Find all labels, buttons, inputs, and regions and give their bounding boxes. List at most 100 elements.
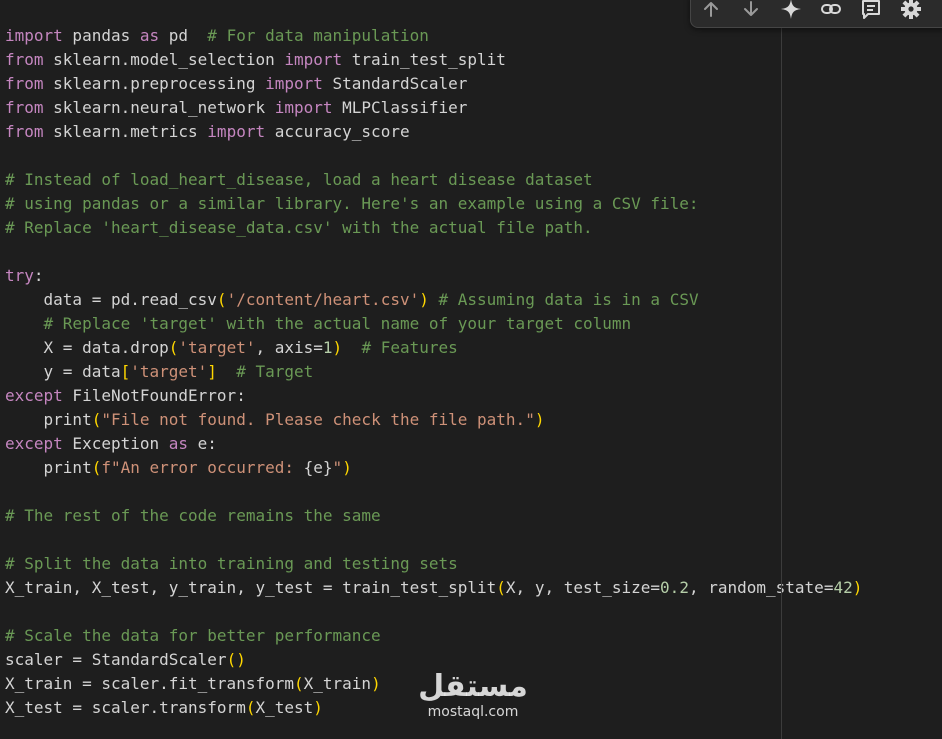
code-token: '/content/heart.csv' (226, 290, 420, 309)
code-token: ) (342, 458, 352, 477)
code-token: e: (188, 434, 217, 453)
code-token: # The rest of the code remains the same (5, 506, 381, 525)
code-token: pd (159, 26, 208, 45)
code-line: # Split the data into training and testi… (5, 552, 862, 576)
code-token: scaler = StandardScaler (5, 650, 227, 669)
code-line: print(f"An error occurred: {e}") (5, 456, 862, 480)
line-length-ruler (781, 28, 782, 739)
code-token: 42 (833, 578, 853, 597)
code-token: # Target (236, 362, 314, 381)
sparkle-icon (781, 0, 801, 19)
code-token: # For data manipulation (207, 26, 429, 45)
code-token: from (5, 98, 44, 117)
add-comment-button[interactable] (851, 0, 891, 21)
code-token: sklearn.metrics (43, 122, 208, 141)
code-token: X_train = scaler.fit_transform (5, 674, 294, 693)
cell-settings-button[interactable] (891, 0, 931, 21)
watermark-logo: مستقل (418, 669, 528, 704)
arrow-down-icon (744, 1, 758, 16)
code-line: data = pd.read_csv('/content/heart.csv')… (5, 288, 862, 312)
code-token: from (5, 74, 44, 93)
code-token: FileNotFoundError: (62, 386, 246, 405)
code-token: data = pd.read_csv (5, 290, 217, 309)
code-line: # Instead of load_heart_disease, load a … (5, 168, 862, 192)
code-line: from sklearn.metrics import accuracy_sco… (5, 120, 862, 144)
code-line: try: (5, 264, 862, 288)
code-token: ] (207, 362, 217, 381)
code-token: train_test_split (342, 50, 506, 69)
code-token: 'target' (130, 362, 208, 381)
code-token: ( (496, 578, 506, 597)
code-token: import (207, 122, 266, 141)
code-token: as (168, 434, 189, 453)
code-token: # Instead of load_heart_disease, load a … (5, 170, 593, 189)
copy-link-button[interactable] (811, 0, 851, 21)
gear-icon (901, 0, 921, 19)
code-token: # Replace 'heart_disease_data.csv' with … (5, 218, 593, 237)
code-token: ( (216, 290, 227, 309)
code-token: 0.2 (660, 578, 689, 597)
code-line: y = data['target'] # Target (5, 360, 862, 384)
code-token: ( (168, 338, 179, 357)
code-token: import (274, 98, 333, 117)
code-line: X = data.drop('target', axis=1) # Featur… (5, 336, 862, 360)
code-token: : (33, 266, 44, 285)
code-token: X_test = scaler.transform (5, 698, 246, 717)
code-token: {e} (303, 458, 333, 477)
code-line: print("File not found. Please check the … (5, 408, 862, 432)
watermark-domain: mostaql.com (427, 704, 519, 720)
code-line: # Replace 'target' with the actual name … (5, 312, 862, 336)
code-line: from sklearn.model_selection import trai… (5, 48, 862, 72)
code-token: 1 (322, 338, 333, 357)
code-token: import (5, 26, 63, 45)
code-line: from sklearn.neural_network import MLPCl… (5, 96, 862, 120)
code-line: # Scale the data for better performance (5, 624, 862, 648)
code-token: ( (91, 410, 102, 429)
code-token: ( (91, 458, 102, 477)
code-token: StandardScaler (322, 74, 468, 93)
code-token: X_train, X_test, y_train, y_test = train… (5, 578, 497, 597)
code-token: except (5, 434, 63, 453)
code-line: except Exception as e: (5, 432, 862, 456)
code-token: ) (534, 410, 545, 429)
code-token: print (5, 410, 92, 429)
code-token: ) (419, 290, 429, 309)
code-token: # using pandas or a similar library. Her… (5, 194, 699, 213)
code-line: # Replace 'heart_disease_data.csv' with … (5, 216, 862, 240)
code-token: ) (852, 578, 863, 597)
code-token: " (332, 458, 343, 477)
move-cell-down-button[interactable] (731, 0, 771, 21)
watermark: مستقل mostaql.com (408, 669, 538, 721)
code-token: X, y, test_size= (505, 578, 661, 597)
code-token: # Assuming data is in a CSV (438, 290, 699, 309)
code-token: X_test (255, 698, 314, 717)
code-token: print (5, 458, 92, 477)
code-line: # The rest of the code remains the same (5, 504, 862, 528)
code-token: ( (293, 674, 304, 693)
code-token: sklearn.neural_network (43, 98, 275, 117)
code-cell[interactable]: import pandas as pd # For data manipulat… (5, 24, 862, 720)
code-token: as (139, 26, 160, 45)
code-token: ) (371, 674, 381, 693)
code-token: () (226, 650, 246, 669)
code-token: # Replace 'target' with the actual name … (43, 314, 632, 333)
code-token: pandas (62, 26, 140, 45)
code-token: import (284, 50, 343, 69)
code-token: # Split the data into training and testi… (5, 554, 458, 573)
comment-icon (862, 0, 880, 19)
code-token: from (5, 50, 44, 69)
move-cell-up-button[interactable] (691, 0, 731, 21)
code-token: except (5, 386, 63, 405)
ai-sparkle-button[interactable] (771, 0, 811, 21)
code-token: [ (120, 362, 131, 381)
code-editor[interactable]: import pandas as pd # For data manipulat… (0, 0, 942, 739)
arrow-up-icon (704, 2, 718, 17)
code-token: , axis= (255, 338, 323, 357)
code-token: sklearn.preprocessing (43, 74, 266, 93)
code-token: X_train (303, 674, 372, 693)
